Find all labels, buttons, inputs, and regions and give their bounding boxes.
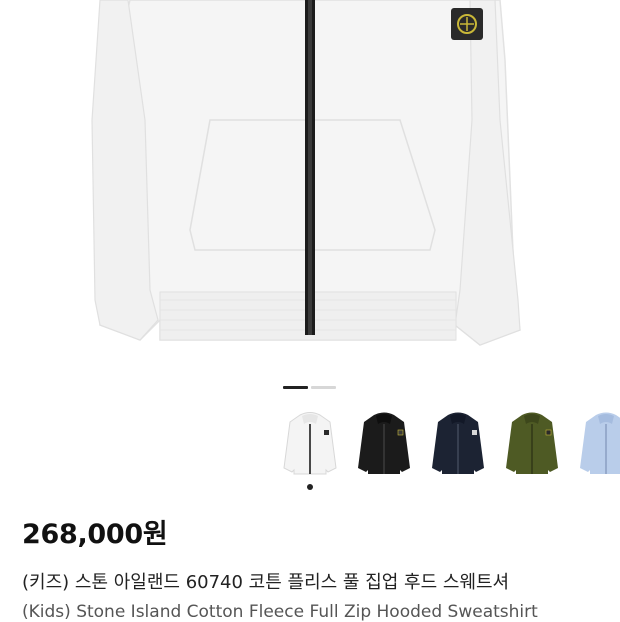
color-option-white[interactable] xyxy=(280,410,340,482)
pager-dot-active[interactable] xyxy=(283,386,308,389)
image-pager xyxy=(283,386,336,390)
product-price: 268,000원 xyxy=(22,519,168,550)
product-title-english: (Kids) Stone Island Cotton Fleece Full Z… xyxy=(22,602,538,622)
selected-thumb-indicator xyxy=(307,484,313,490)
hoodie-thumb-light-blue xyxy=(580,412,620,474)
product-hero-image[interactable] xyxy=(0,0,620,368)
hoodie-thumb-navy xyxy=(432,412,484,474)
color-option-navy[interactable] xyxy=(428,410,488,482)
hoodie-image xyxy=(91,0,521,346)
hoodie-thumb-white xyxy=(283,412,337,475)
color-option-black[interactable] xyxy=(354,410,414,482)
pager-dot[interactable] xyxy=(311,386,336,389)
color-options xyxy=(280,410,620,482)
hoodie-thumb-olive xyxy=(506,412,558,474)
color-option-light-blue[interactable] xyxy=(576,410,620,482)
color-option-olive[interactable] xyxy=(502,410,562,482)
hoodie-thumb-black xyxy=(358,412,410,474)
product-title-korean: (키즈) 스톤 아일랜드 60740 코튼 플리스 풀 집업 후드 스웨트셔 xyxy=(22,572,510,593)
